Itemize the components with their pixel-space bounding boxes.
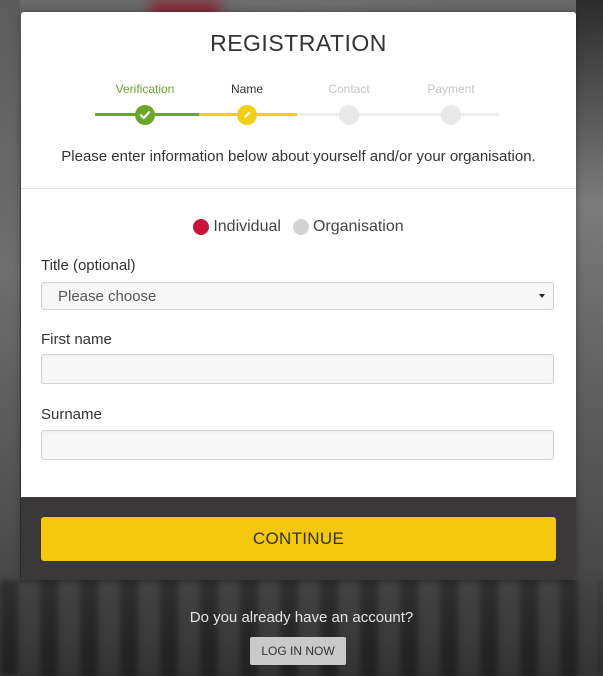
step-label-name: Name <box>230 82 263 96</box>
surname-label: Surname <box>41 406 102 423</box>
title-select[interactable]: Please choose <box>41 282 554 310</box>
step-dot-verification <box>135 105 155 125</box>
background-left <box>0 0 20 676</box>
step-label-contact: Contact <box>328 82 370 96</box>
first-name-label: First name <box>41 331 112 348</box>
radio-individual[interactable]: Individual <box>193 218 281 236</box>
radio-indicator-organisation <box>292 219 309 235</box>
check-icon <box>139 111 151 120</box>
radio-organisation[interactable]: Organisation <box>292 218 404 236</box>
step-dot-payment <box>441 105 461 125</box>
surname-input[interactable] <box>41 430 554 460</box>
step-label-verification: Verification <box>115 82 175 96</box>
step-label-payment: Payment <box>427 82 475 96</box>
radio-label-organisation: Organisation <box>312 218 404 235</box>
first-name-input[interactable] <box>41 354 554 384</box>
step-dot-contact <box>339 105 359 125</box>
account-question: Do you already have an account? <box>189 609 414 626</box>
login-button[interactable]: LOG IN NOW <box>250 637 346 665</box>
pencil-icon <box>244 111 251 118</box>
step-dot-name <box>237 105 257 125</box>
section-divider <box>21 188 576 189</box>
background-right <box>576 0 603 676</box>
registration-card: REGISTRATION Verification Name Contact P… <box>21 12 576 580</box>
title-label: Title (optional) <box>41 257 136 274</box>
intro-text: Please enter information below about you… <box>61 148 536 165</box>
radio-label-individual: Individual <box>213 218 281 235</box>
radio-indicator-individual <box>193 219 210 235</box>
card-footer: CONTINUE <box>21 497 576 580</box>
account-type-selector: Individual Organisation <box>21 216 576 238</box>
continue-button[interactable]: CONTINUE <box>41 517 556 561</box>
progress-steps: Verification Name Contact Payment <box>21 82 576 132</box>
title-select-value: Please choose <box>58 287 157 305</box>
chevron-down-icon <box>539 294 545 298</box>
page-title: REGISTRATION <box>210 30 387 56</box>
